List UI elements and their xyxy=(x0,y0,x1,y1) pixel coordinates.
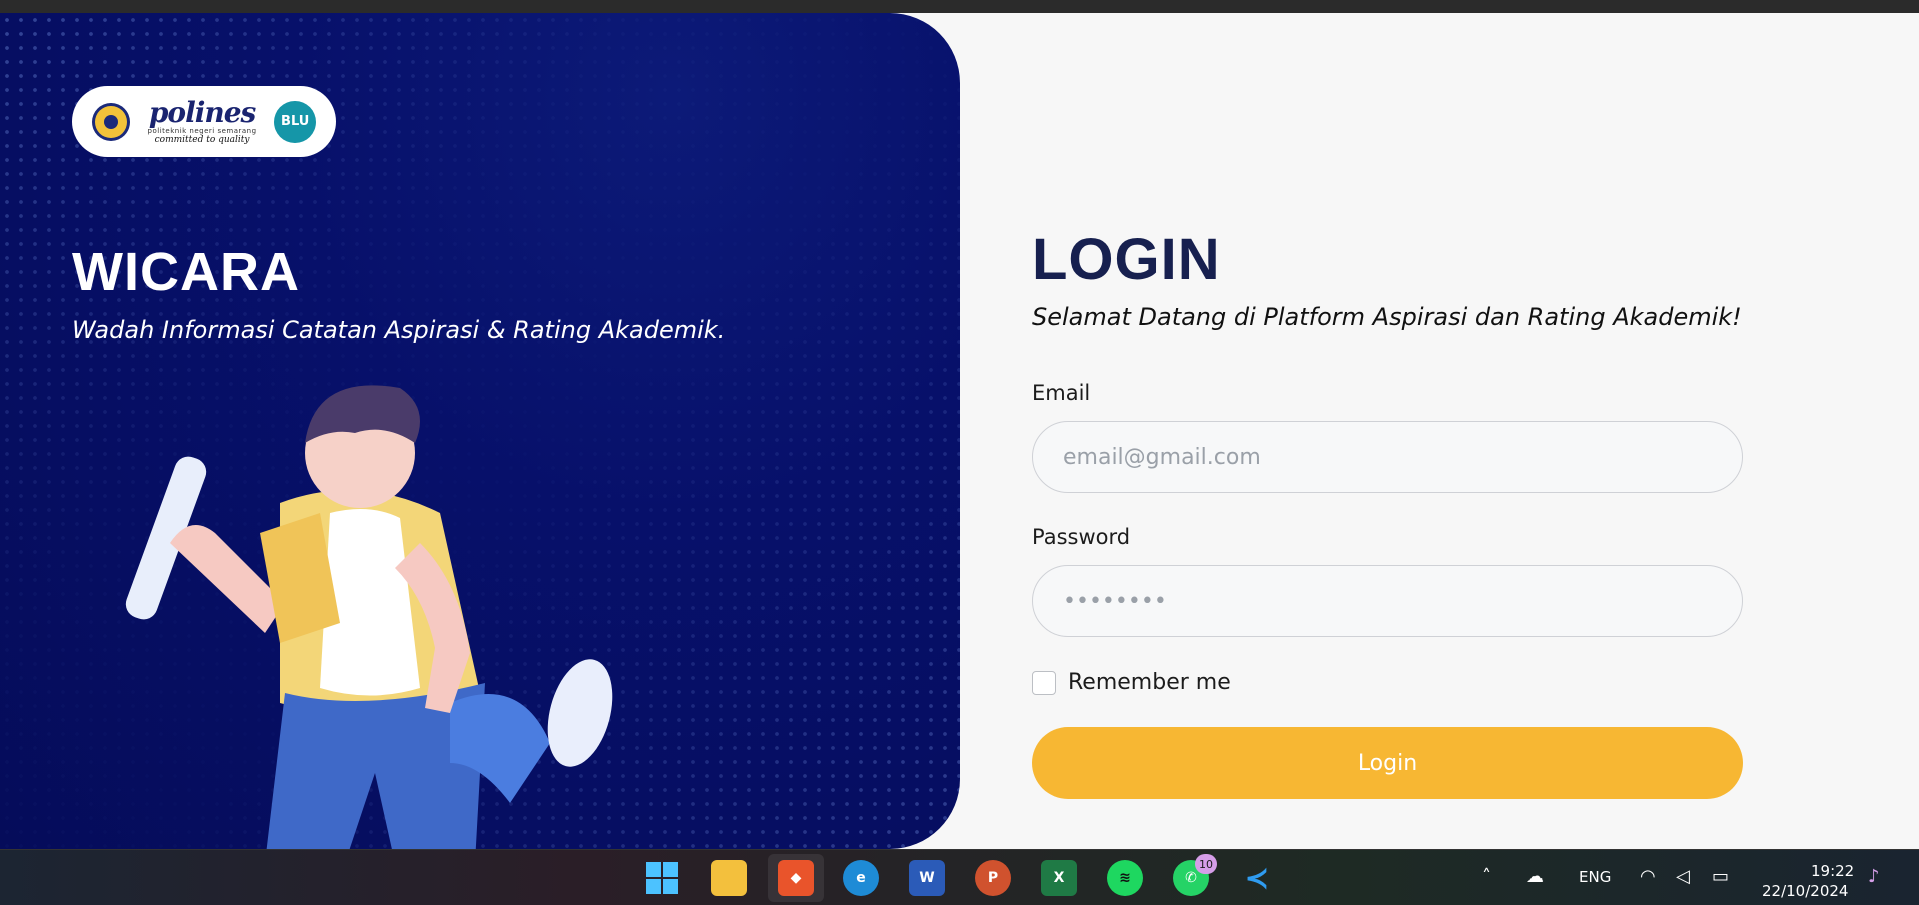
battery-icon[interactable]: ▭ xyxy=(1712,866,1729,887)
file-explorer-icon[interactable] xyxy=(711,860,747,896)
speaker-muted-icon[interactable]: ◁ xyxy=(1676,866,1690,887)
vscode-icon[interactable]: ≺ xyxy=(1239,860,1275,896)
logo-wordmark: polines xyxy=(148,95,256,129)
wifi-icon[interactable]: ◠ xyxy=(1640,866,1656,887)
hero-panel: polines politeknik negeri semarang commi… xyxy=(0,13,960,849)
windows-start-icon[interactable] xyxy=(644,860,680,896)
whatsapp-badge: 10 xyxy=(1195,854,1217,874)
remember-label: Remember me xyxy=(1068,670,1231,695)
brand-logo: polines politeknik negeri semarang commi… xyxy=(72,86,336,157)
password-input[interactable] xyxy=(1032,565,1743,637)
remember-me[interactable]: Remember me xyxy=(1032,670,1231,695)
word-icon[interactable]: W xyxy=(909,860,945,896)
taskbar: ◆ e W P X ≋ ✆ 10 ≺ ˄ ☁ ENG ◠ ◁ ▭ 19:22 2… xyxy=(0,849,1919,905)
email-input[interactable] xyxy=(1032,421,1743,493)
password-label: Password xyxy=(1032,525,1131,549)
hero-subtitle: Wadah Informasi Catatan Aspirasi & Ratin… xyxy=(72,316,726,344)
login-title: LOGIN xyxy=(1032,227,1221,292)
browser-top-strip xyxy=(0,0,1919,13)
email-label: Email xyxy=(1032,381,1091,405)
seal-icon xyxy=(92,102,130,141)
spotify-icon[interactable]: ≋ xyxy=(1107,860,1143,896)
logo-subtitle: politeknik negeri semarang xyxy=(147,126,257,135)
excel-icon[interactable]: X xyxy=(1041,860,1077,896)
whatsapp-icon[interactable]: ✆ 10 xyxy=(1173,854,1217,896)
logo-tagline: committed to quality xyxy=(154,134,250,145)
powerpoint-icon[interactable]: P xyxy=(975,860,1011,896)
login-button[interactable]: Login xyxy=(1032,727,1743,799)
login-subtitle: Selamat Datang di Platform Aspirasi dan … xyxy=(1032,303,1742,331)
student-illustration xyxy=(125,385,613,849)
notification-bell-icon[interactable]: ♪ xyxy=(1868,866,1880,887)
brave-browser-icon[interactable]: ◆ xyxy=(778,860,814,896)
hero-title: WICARA xyxy=(72,242,300,302)
chevron-up-icon[interactable]: ˄ xyxy=(1482,866,1491,887)
clock-time[interactable]: 19:22 xyxy=(1811,862,1854,880)
clock-date[interactable]: 22/10/2024 xyxy=(1762,882,1848,900)
onedrive-icon[interactable]: ☁ xyxy=(1526,866,1544,887)
remember-checkbox[interactable] xyxy=(1032,670,1056,695)
edge-browser-icon[interactable]: e xyxy=(843,860,879,896)
language-indicator[interactable]: ENG xyxy=(1579,868,1611,886)
blu-badge: BLU xyxy=(274,100,316,143)
